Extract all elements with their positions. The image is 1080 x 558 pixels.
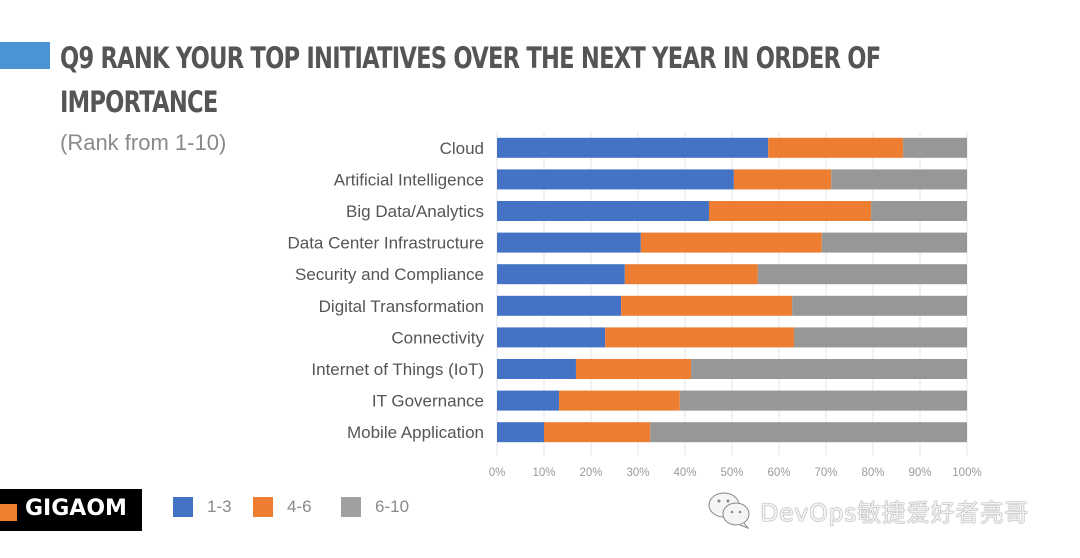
bar-segment-4-6 (624, 264, 758, 285)
bar-segment-1-3 (497, 327, 606, 348)
legend-item-1-3: 1-3 (173, 497, 232, 517)
bar-segment-6-10 (679, 390, 967, 411)
bar-segment-6-10 (792, 295, 967, 316)
legend-swatch-6-10 (341, 497, 361, 517)
x-tick-label: 30% (626, 467, 649, 479)
bar-segment-1-3 (497, 390, 560, 411)
bar-segment-6-10 (691, 359, 967, 379)
category-label: Mobile Application (347, 423, 484, 442)
bar-segment-6-10 (903, 137, 967, 158)
watermark: DevOps敏捷爱好者亮哥 (706, 490, 1029, 530)
bar-segment-4-6 (708, 201, 872, 221)
bar-segment-1-3 (497, 169, 734, 190)
bar-segment-4-6 (733, 169, 832, 190)
category-label: Security and Compliance (295, 265, 484, 284)
gigaom-logo: GIGAOM (0, 489, 142, 531)
x-tick-label: 50% (720, 467, 743, 479)
x-tick-label: 60% (767, 467, 790, 479)
bar-segment-6-10 (831, 169, 967, 190)
x-tick-label: 20% (579, 467, 602, 479)
category-labels: Cloud Artificial Intelligence Big Data/Ana… (287, 139, 484, 442)
legend-swatch-1-3 (173, 497, 193, 517)
bar-segment-6-10 (650, 422, 967, 443)
category-label: Big Data/Analytics (346, 202, 484, 221)
bar-segment-6-10 (794, 327, 967, 348)
category-label: Internet of Things (IoT) (311, 360, 484, 379)
category-label: Cloud (440, 139, 484, 158)
legend-label-4-6: 4-6 (287, 497, 312, 516)
bar-segment-1-3 (497, 264, 625, 285)
x-tick-label: 10% (532, 467, 555, 479)
bar-segment-1-3 (497, 359, 576, 379)
bar-segment-4-6 (605, 327, 795, 348)
bar-segment-4-6 (575, 359, 692, 379)
legend-label-1-3: 1-3 (207, 497, 232, 516)
category-label: IT Governance (372, 392, 484, 411)
bar-segment-1-3 (497, 295, 622, 316)
category-label: Artificial Intelligence (334, 170, 484, 189)
bar-segment-1-3 (497, 137, 769, 158)
bar-segment-1-3 (497, 422, 544, 443)
category-label: Data Center Infrastructure (287, 234, 484, 253)
watermark-text: DevOps敏捷爱好者亮哥 (760, 498, 1029, 527)
bar-segment-4-6 (768, 137, 904, 158)
bar-segment-6-10 (871, 201, 967, 221)
bar-segment-4-6 (559, 390, 680, 411)
bar-segment-1-3 (497, 201, 709, 221)
x-tick-label: 100% (952, 467, 981, 479)
wechat-icon (708, 492, 750, 530)
bar-segment-4-6 (621, 295, 793, 316)
legend-swatch-4-6 (253, 497, 273, 517)
x-tick-label: 70% (814, 467, 837, 479)
bar-segment-1-3 (497, 232, 641, 253)
bar-segment-6-10 (757, 264, 967, 285)
legend-label-6-10: 6-10 (375, 497, 410, 516)
logo-orange-square (0, 504, 17, 521)
category-label: Connectivity (391, 328, 484, 347)
legend-item-4-6: 4-6 (253, 497, 312, 517)
x-tick-label: 40% (673, 467, 696, 479)
bar-segment-6-10 (821, 232, 967, 253)
category-label: Digital Transformation (319, 297, 484, 316)
x-tick-label: 90% (908, 467, 931, 479)
x-tick-label: 0% (489, 467, 506, 479)
bar-segment-4-6 (544, 422, 651, 443)
x-axis-tick-labels: 0% 10% 20% 30% 40% 50% 60% 70% 80% 90% 100% (489, 467, 982, 479)
legend-item-6-10: 6-10 (341, 497, 409, 517)
logo-text: GIGAOM (25, 496, 127, 521)
x-tick-label: 80% (861, 467, 884, 479)
bar-segment-4-6 (640, 232, 822, 253)
stacked-bar-chart: Cloud Artificial Intelligence Big Data/Ana… (287, 132, 982, 479)
